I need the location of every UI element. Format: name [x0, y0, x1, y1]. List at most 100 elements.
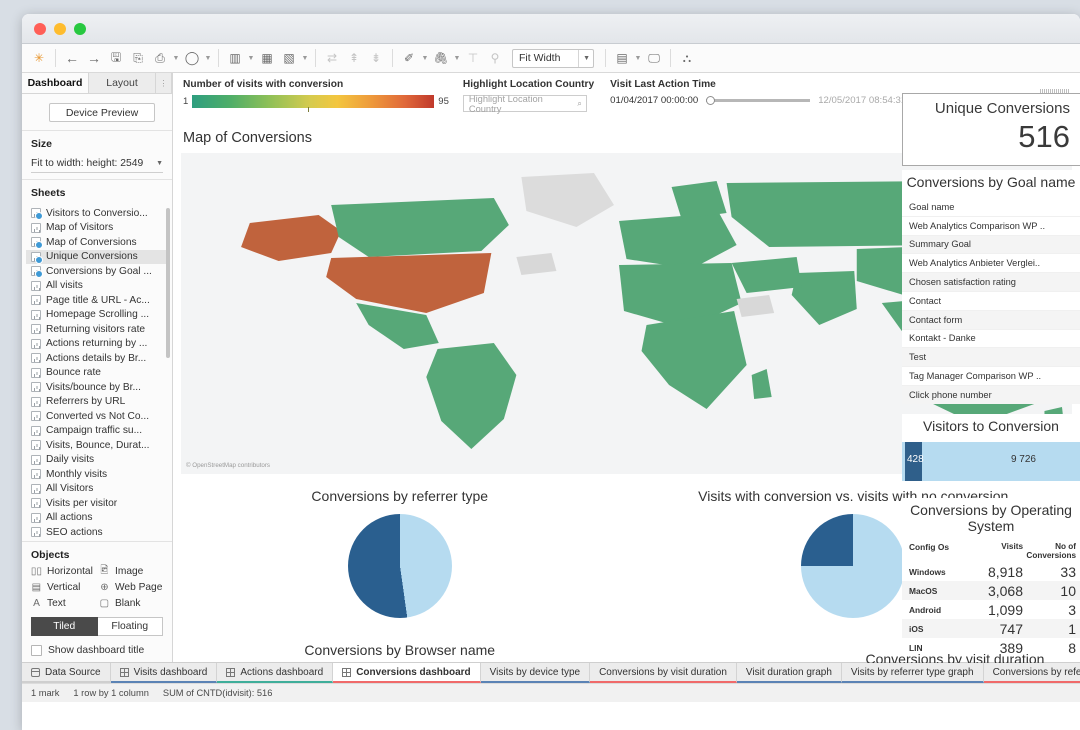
worksheet-tab[interactable]: Visits dashboard: [110, 663, 218, 683]
clear-sheet-icon[interactable]: ▧: [278, 47, 300, 69]
sheet-list-item[interactable]: Campaign traffic su...: [26, 424, 170, 439]
sheet-list-item[interactable]: Converted vs Not Co...: [26, 409, 170, 424]
sheet-list-item[interactable]: Daily visits: [26, 453, 170, 468]
duplicate-sheet-icon[interactable]: ▦: [256, 47, 278, 69]
show-dashboard-title-row[interactable]: Show dashboard title: [31, 645, 163, 656]
os-table-row[interactable]: Windows 8,918 33: [902, 562, 1080, 581]
chevron-down-icon[interactable]: ▼: [156, 160, 163, 167]
panel-grip-icon[interactable]: ⋮: [156, 73, 172, 93]
sheet-list-item[interactable]: Actions returning by ...: [26, 337, 170, 352]
sheet-list-item[interactable]: Visitors to Conversio...: [26, 206, 170, 221]
sheet-list-item[interactable]: Returning visitors rate: [26, 322, 170, 337]
highlight-icon[interactable]: ✐: [398, 47, 420, 69]
minimize-window-button[interactable]: [54, 22, 66, 35]
sheet-list-item[interactable]: All Visitors: [26, 482, 170, 497]
object-item-blank[interactable]: ▢ Blank: [99, 598, 163, 609]
group-members-icon[interactable]: 🖇: [430, 47, 452, 69]
goal-table-row[interactable]: Contact form: [902, 310, 1080, 330]
worksheet-tab[interactable]: Data Source: [22, 663, 111, 683]
chevron-down-icon[interactable]: ▼: [300, 47, 310, 69]
device-layout-icon[interactable]: 🖵: [643, 47, 665, 69]
sheet-list-item[interactable]: Homepage Scrolling ...: [26, 308, 170, 323]
goal-table-row[interactable]: Kontakt - Danke: [902, 330, 1080, 349]
fix-axes-icon[interactable]: ⚲: [484, 47, 506, 69]
presentation-mode-icon[interactable]: ▤: [611, 47, 633, 69]
chevron-down-icon[interactable]: ▼: [420, 47, 430, 69]
goal-table-row[interactable]: Web Analytics Anbieter Verglei..: [902, 254, 1080, 274]
floating-button[interactable]: Floating: [97, 617, 163, 636]
chevron-down-icon[interactable]: ▼: [633, 47, 643, 69]
goal-table-row[interactable]: Summary Goal: [902, 235, 1080, 255]
forward-icon[interactable]: →: [83, 47, 105, 69]
os-table-row[interactable]: Android 1,099 3: [902, 600, 1080, 619]
tab-layout[interactable]: Layout: [89, 73, 156, 93]
save-icon[interactable]: 🖫: [105, 47, 127, 69]
sheet-list-item[interactable]: Visits, Bounce, Durat...: [26, 438, 170, 453]
sort-descending-icon[interactable]: ⇟: [365, 47, 387, 69]
goal-table-row[interactable]: Tag Manager Comparison WP ..: [902, 367, 1080, 386]
worksheet-tab[interactable]: Actions dashboard: [217, 663, 334, 683]
object-item-vertical[interactable]: ▤ Vertical: [31, 582, 95, 593]
goal-table-row[interactable]: Test: [902, 348, 1080, 368]
maximize-window-button[interactable]: [74, 22, 86, 35]
refresh-icon[interactable]: ◯: [181, 47, 203, 69]
goal-table-row[interactable]: Contact: [902, 292, 1080, 311]
sheets-scrollbar[interactable]: [166, 208, 170, 358]
worksheet-tab[interactable]: Conversions by referrer type: [983, 663, 1080, 683]
sheet-list-item[interactable]: Page title & URL - Ac...: [26, 293, 170, 308]
tiled-button[interactable]: Tiled: [31, 617, 98, 636]
object-item-web-page[interactable]: ⊕ Web Page: [99, 582, 163, 593]
show-dashboard-title-checkbox[interactable]: [31, 645, 42, 656]
highlight-country-input[interactable]: Highlight Location Country ⌕: [462, 94, 587, 114]
chevron-down-icon[interactable]: ▼: [578, 49, 590, 67]
object-item-image[interactable]: 🖻 Image: [99, 565, 163, 577]
sheet-list-item[interactable]: Actions details by Br...: [26, 351, 170, 366]
size-select[interactable]: Fit to width: height: 2549 ▼: [31, 155, 163, 173]
worksheet-tab[interactable]: Conversions dashboard: [333, 663, 481, 683]
share-icon[interactable]: ⛬: [676, 47, 698, 69]
sheet-list-item[interactable]: Visits/bounce by Br...: [26, 380, 170, 395]
sheet-list-item[interactable]: All actions: [26, 511, 170, 526]
goal-table-row[interactable]: Click phone number: [902, 385, 1080, 404]
chevron-down-icon[interactable]: ▼: [452, 47, 462, 69]
goal-table-row[interactable]: Chosen satisfaction rating: [902, 273, 1080, 292]
sheet-list-item[interactable]: Monthly visits: [26, 467, 170, 482]
worksheet-tab[interactable]: Visits by device type: [480, 663, 591, 683]
sheet-list-item[interactable]: Referrers by URL: [26, 395, 170, 410]
close-window-button[interactable]: [34, 22, 46, 35]
sheet-list-item[interactable]: Visits per visitor: [26, 496, 170, 511]
sheet-list-item[interactable]: Map of Visitors: [26, 221, 170, 236]
back-icon[interactable]: ←: [61, 47, 83, 69]
os-table-row[interactable]: MacOS 3,068 10: [902, 581, 1080, 600]
sort-ascending-icon[interactable]: ⇞: [343, 47, 365, 69]
new-data-source-icon[interactable]: ⎘: [127, 47, 149, 69]
chevron-down-icon[interactable]: ▼: [171, 47, 181, 69]
worksheet-tab[interactable]: Visit duration graph: [736, 663, 842, 683]
worksheet-tab[interactable]: Visits by referrer type graph: [841, 663, 984, 683]
goal-table-row[interactable]: Web Analytics Comparison WP ..: [902, 217, 1080, 236]
tableau-logo-icon[interactable]: ✳: [28, 47, 50, 69]
sheet-list-item[interactable]: Map of Conversions: [26, 235, 170, 250]
new-worksheet-icon[interactable]: ▥: [224, 47, 246, 69]
visit-time-slider[interactable]: [706, 96, 811, 106]
slider-handle[interactable]: [706, 96, 716, 105]
search-icon[interactable]: ⌕: [577, 99, 581, 109]
tab-dashboard[interactable]: Dashboard: [22, 73, 89, 93]
show-mark-labels-icon[interactable]: ⊤: [462, 47, 484, 69]
object-item-horizontal[interactable]: ▯▯ Horizontal: [31, 566, 95, 577]
referrer-pie[interactable]: [347, 514, 452, 618]
object-item-text[interactable]: A Text: [31, 598, 95, 609]
pause-data-source-icon[interactable]: ⎙: [149, 47, 171, 69]
swap-rows-columns-icon[interactable]: ⇄: [321, 47, 343, 69]
device-preview-button[interactable]: Device Preview: [49, 103, 155, 122]
sheet-list-item[interactable]: All visits: [26, 279, 170, 294]
chevron-down-icon[interactable]: ▼: [246, 47, 256, 69]
sheet-list-item[interactable]: Unique Conversions: [26, 249, 170, 264]
unique-conversions-kpi[interactable]: Unique Conversions 516: [902, 89, 1080, 166]
visits-pie[interactable]: [801, 514, 906, 618]
os-table-row[interactable]: iOS 747 1: [902, 619, 1080, 638]
sheet-list-item[interactable]: Bounce rate: [26, 366, 170, 381]
sheet-list-item[interactable]: Conversions by Goal ...: [26, 264, 170, 279]
legend-gradient[interactable]: [192, 95, 435, 112]
sheet-list-item[interactable]: SEO actions: [26, 525, 170, 540]
